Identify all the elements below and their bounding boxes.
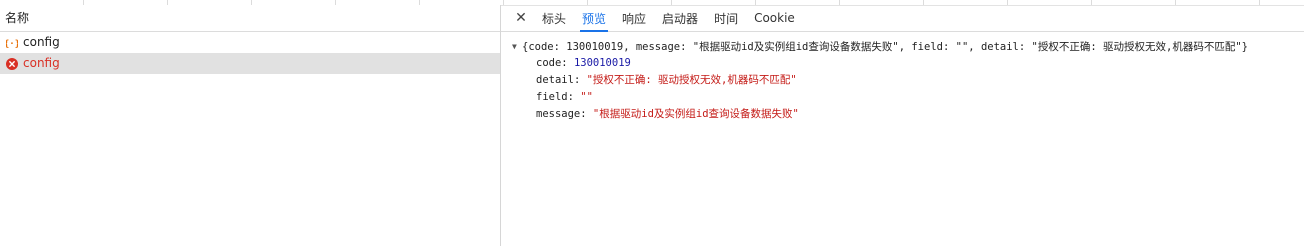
request-list-pane: 名称 {·} config config bbox=[0, 5, 501, 246]
request-name: config bbox=[23, 35, 60, 49]
svg-text:{·}: {·} bbox=[6, 39, 18, 49]
request-row-config-error[interactable]: config bbox=[0, 53, 500, 74]
tab-timing[interactable]: 时间 bbox=[706, 5, 746, 31]
json-preview: ▼ {code: 130010019, message: "根据驱动id及实例组i… bbox=[501, 32, 1304, 123]
name-column-header[interactable]: 名称 bbox=[0, 5, 500, 32]
details-tabbar: ✕ 标头 预览 响应 启动器 时间 Cookie bbox=[501, 5, 1304, 32]
json-prop-detail: detail: "授权不正确: 驱动授权无效,机器码不匹配" bbox=[536, 74, 797, 86]
tab-response[interactable]: 响应 bbox=[614, 5, 654, 31]
json-prop-message: message: "根据驱动id及实例组id查询设备数据失败" bbox=[536, 108, 799, 120]
close-icon[interactable]: ✕ bbox=[508, 5, 534, 31]
request-name: config bbox=[23, 56, 60, 70]
json-summary-line[interactable]: ▼ {code: 130010019, message: "根据驱动id及实例组i… bbox=[501, 38, 1304, 55]
curly-brace-icon: {·} bbox=[6, 37, 18, 49]
json-prop-field: field: "" bbox=[536, 91, 593, 103]
details-pane: ✕ 标头 预览 响应 启动器 时间 Cookie ▼ {code: 1300100… bbox=[501, 5, 1304, 246]
error-icon bbox=[6, 57, 18, 70]
tab-cookies[interactable]: Cookie bbox=[746, 5, 803, 31]
request-row-config[interactable]: {·} config bbox=[0, 32, 500, 53]
expand-triangle-icon[interactable]: ▼ bbox=[512, 38, 522, 55]
tab-headers[interactable]: 标头 bbox=[534, 5, 574, 31]
tab-preview[interactable]: 预览 bbox=[574, 5, 614, 32]
json-prop-code: code: 130010019 bbox=[536, 57, 631, 69]
tab-initiator[interactable]: 启动器 bbox=[654, 5, 706, 31]
